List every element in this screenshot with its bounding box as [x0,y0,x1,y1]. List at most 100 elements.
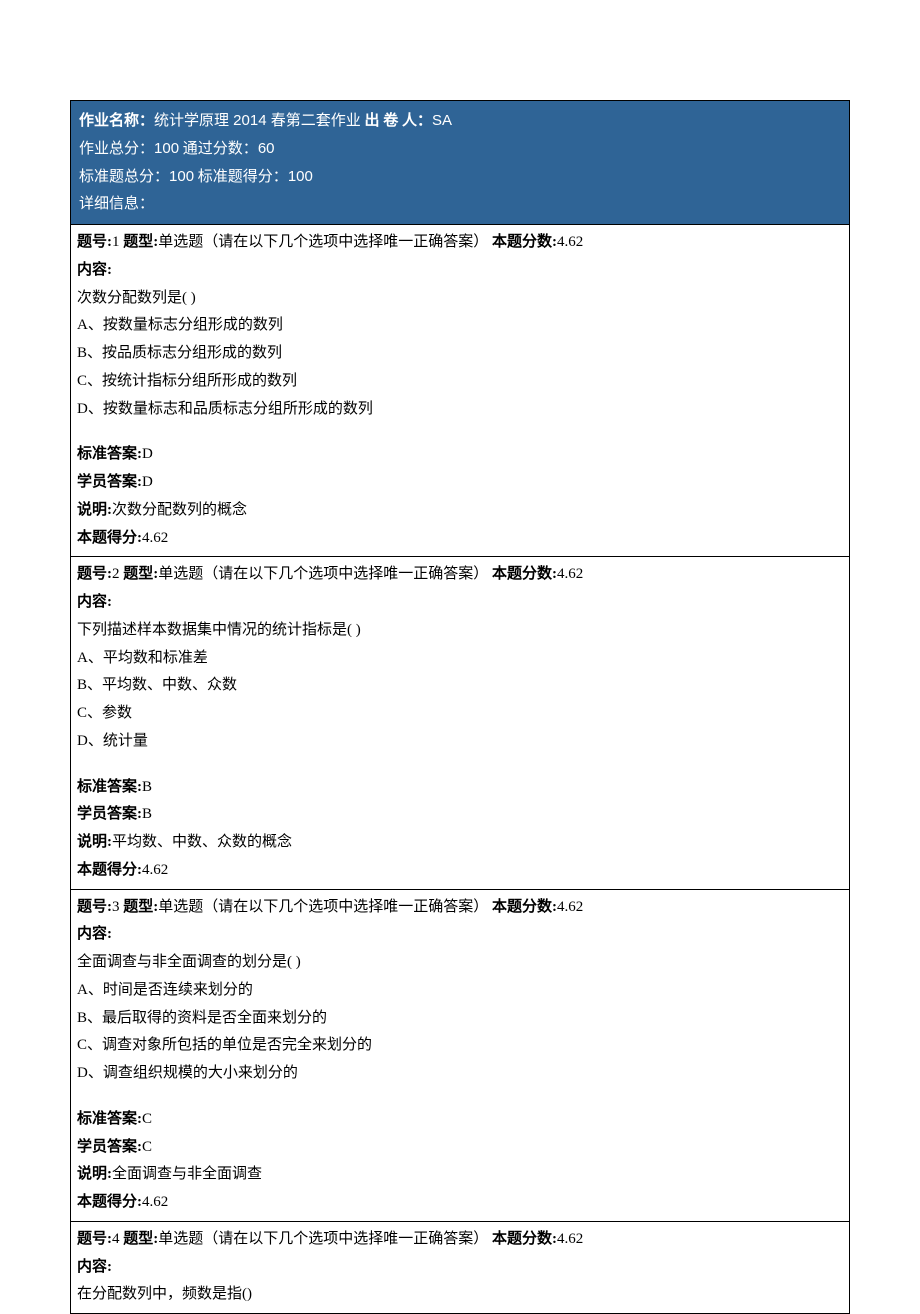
hw-name-label: 作业名称： [79,113,154,129]
pass: 60 [258,140,275,157]
std-answer: C [142,1111,152,1127]
explain-label: 说明: [77,1166,112,1182]
question-meta: 题号:3 题型:单选题（请在以下几个选项中选择唯一正确答案） 本题分数:4.62 [77,894,843,922]
explain-label: 说明: [77,834,112,850]
explain-row: 说明:次数分配数列的概念 [77,497,843,525]
std-total: 100 [169,168,194,185]
question-option: D、统计量 [77,728,843,756]
std-answer-row: 标准答案:B [77,774,843,802]
qtype-label: 题型: [120,899,159,915]
qscore-label: 本题分数: [492,566,557,582]
qtype-label: 题型: [120,566,159,582]
page: 作业名称：统计学原理 2014 春第二套作业 出 卷 人：SA 作业总分：100… [70,100,850,1314]
question-option: D、调查组织规模的大小来划分的 [77,1060,843,1088]
got: 4.62 [142,862,168,878]
stu-answer: D [142,474,153,490]
question-option: A、按数量标志分组形成的数列 [77,312,843,340]
question-meta: 题号:4 题型:单选题（请在以下几个选项中选择唯一正确答案） 本题分数:4.62 [77,1226,843,1254]
detail-label: 详细信息： [79,196,154,212]
std-answer: D [142,446,153,462]
question-block: 题号:4 题型:单选题（请在以下几个选项中选择唯一正确答案） 本题分数:4.62… [70,1222,850,1314]
qnum: 4 [112,1231,120,1247]
question-prompt: 下列描述样本数据集中情况的统计指标是( ) [77,617,843,645]
assignment-header: 作业名称：统计学原理 2014 春第二套作业 出 卷 人：SA 作业总分：100… [70,100,850,224]
qnum: 2 [112,566,120,582]
spacer [77,756,843,774]
stu-answer: C [142,1139,152,1155]
question-option: C、按统计指标分组所形成的数列 [77,368,843,396]
question-option: D、按数量标志和品质标志分组所形成的数列 [77,396,843,424]
author-label: 出 卷 人： [361,113,432,129]
total: 100 [154,140,179,157]
content-label: 内容: [77,589,843,617]
header-line-3: 标准题总分：100 标准题得分：100 [79,163,841,191]
question-prompt: 全面调查与非全面调查的划分是( ) [77,949,843,977]
content-label: 内容: [77,921,843,949]
question-block: 题号:2 题型:单选题（请在以下几个选项中选择唯一正确答案） 本题分数:4.62… [70,557,850,889]
got-label: 本题得分: [77,530,142,546]
qscore: 4.62 [557,566,583,582]
content-label: 内容: [77,1254,843,1282]
question-block: 题号:1 题型:单选题（请在以下几个选项中选择唯一正确答案） 本题分数:4.62… [70,224,850,557]
stu-answer-row: 学员答案:C [77,1134,843,1162]
got-row: 本题得分:4.62 [77,525,843,553]
question-option: C、参数 [77,700,843,728]
stu-answer-label: 学员答案: [77,474,142,490]
qnum-label: 题号: [77,1231,112,1247]
explain-label: 说明: [77,502,112,518]
qnum-label: 题号: [77,234,112,250]
total-label: 作业总分： [79,141,154,157]
pass-label: 通过分数： [179,141,258,157]
got-row: 本题得分:4.62 [77,857,843,885]
qnum: 1 [112,234,120,250]
qscore-label: 本题分数: [492,1231,557,1247]
qtype-label: 题型: [120,1231,159,1247]
questions-container: 题号:1 题型:单选题（请在以下几个选项中选择唯一正确答案） 本题分数:4.62… [70,224,850,1314]
question-option: C、调查对象所包括的单位是否完全来划分的 [77,1032,843,1060]
std-answer-row: 标准答案:C [77,1106,843,1134]
qtype-label: 题型: [120,234,159,250]
qscore: 4.62 [557,234,583,250]
got: 4.62 [142,530,168,546]
question-prompt: 在分配数列中，频数是指() [77,1281,843,1309]
question-option: B、按品质标志分组形成的数列 [77,340,843,368]
std-score-label: 标准题得分： [194,169,288,185]
header-line-1: 作业名称：统计学原理 2014 春第二套作业 出 卷 人：SA [79,107,841,135]
std-answer: B [142,779,152,795]
explain-row: 说明:全面调查与非全面调查 [77,1161,843,1189]
qscore: 4.62 [557,899,583,915]
qnum-label: 题号: [77,566,112,582]
spacer [77,423,843,441]
question-option: A、平均数和标准差 [77,645,843,673]
stu-answer-row: 学员答案:B [77,801,843,829]
std-answer-row: 标准答案:D [77,441,843,469]
stu-answer-label: 学员答案: [77,1139,142,1155]
spacer [77,1088,843,1106]
qnum: 3 [112,899,120,915]
stu-answer-label: 学员答案: [77,806,142,822]
content-label: 内容: [77,257,843,285]
got: 4.62 [142,1194,168,1210]
hw-name: 统计学原理 2014 春第二套作业 [154,112,361,129]
std-score: 100 [288,168,313,185]
question-meta: 题号:2 题型:单选题（请在以下几个选项中选择唯一正确答案） 本题分数:4.62 [77,561,843,589]
qscore: 4.62 [557,1231,583,1247]
question-option: B、平均数、中数、众数 [77,672,843,700]
question-option: A、时间是否连续来划分的 [77,977,843,1005]
explain-row: 说明:平均数、中数、众数的概念 [77,829,843,857]
stu-answer: B [142,806,152,822]
qtype: 单选题（请在以下几个选项中选择唯一正确答案） [158,1231,488,1247]
qnum-label: 题号: [77,899,112,915]
qtype: 单选题（请在以下几个选项中选择唯一正确答案） [158,566,488,582]
explain: 平均数、中数、众数的概念 [112,834,292,850]
qtype: 单选题（请在以下几个选项中选择唯一正确答案） [158,234,488,250]
std-total-label: 标准题总分： [79,169,169,185]
question-prompt: 次数分配数列是( ) [77,285,843,313]
question-meta: 题号:1 题型:单选题（请在以下几个选项中选择唯一正确答案） 本题分数:4.62 [77,229,843,257]
std-answer-label: 标准答案: [77,779,142,795]
question-option: B、最后取得的资料是否全面来划分的 [77,1005,843,1033]
header-line-4: 详细信息： [79,191,841,218]
question-block: 题号:3 题型:单选题（请在以下几个选项中选择唯一正确答案） 本题分数:4.62… [70,890,850,1222]
got-row: 本题得分:4.62 [77,1189,843,1217]
got-label: 本题得分: [77,1194,142,1210]
